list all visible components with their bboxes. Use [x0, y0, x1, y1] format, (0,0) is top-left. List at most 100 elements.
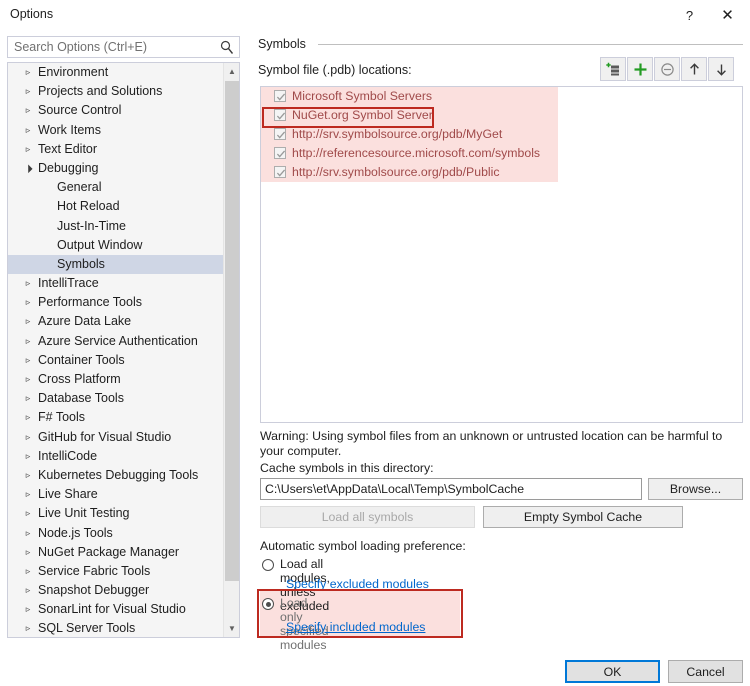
chevron-right-icon[interactable]: ▹: [22, 619, 34, 637]
symbol-location-row[interactable]: http://referencesource.microsoft.com/sym…: [261, 144, 742, 163]
specify-included-modules-link[interactable]: Specify included modules: [286, 620, 425, 634]
chevron-right-icon[interactable]: ▹: [22, 332, 34, 351]
chevron-right-icon[interactable]: ▹: [22, 82, 34, 101]
chevron-right-icon[interactable]: ▹: [22, 447, 34, 466]
chevron-right-icon[interactable]: ▹: [22, 351, 34, 370]
close-button[interactable]: ✕: [705, 0, 750, 30]
sidebar-item-cross-platform[interactable]: ▹ Cross Platform: [8, 370, 224, 389]
sidebar-item-github-for-visual-studio[interactable]: ▹ GitHub for Visual Studio: [8, 428, 224, 447]
chevron-right-icon[interactable]: ▹: [22, 581, 34, 600]
cache-directory-label: Cache symbols in this directory:: [260, 461, 434, 475]
scrollbar-thumb[interactable]: [225, 81, 239, 581]
sidebar-item-symbols[interactable]: Symbols: [8, 254, 224, 275]
chevron-right-icon[interactable]: ▹: [22, 274, 34, 293]
chevron-right-icon[interactable]: ▹: [22, 121, 34, 140]
checkbox-checked-icon[interactable]: [274, 166, 286, 178]
sidebar-item-sql-server-tools[interactable]: ▹ SQL Server Tools: [8, 619, 224, 637]
sidebar-item-live-unit-testing[interactable]: ▹ Live Unit Testing: [8, 504, 224, 523]
chevron-right-icon[interactable]: ▹: [22, 524, 34, 543]
chevron-right-icon[interactable]: ▹: [22, 504, 34, 523]
specify-excluded-modules-link[interactable]: Specify excluded modules: [286, 577, 429, 591]
sidebar-item-azure-data-lake[interactable]: ▹ Azure Data Lake: [8, 312, 224, 331]
radio-unselected-icon: [262, 559, 274, 571]
sidebar-item-work-items[interactable]: ▹ Work Items: [8, 121, 224, 140]
sidebar-item-container-tools[interactable]: ▹ Container Tools: [8, 351, 224, 370]
chevron-right-icon[interactable]: ▹: [22, 140, 34, 159]
sidebar-item-debugging[interactable]: ◢ Debugging: [8, 159, 224, 178]
move-up-icon[interactable]: [681, 57, 707, 81]
chevron-right-icon[interactable]: ▹: [22, 485, 34, 504]
panel-header: Symbols: [258, 37, 306, 51]
sidebar-item-hot-reload[interactable]: Hot Reload: [8, 197, 224, 216]
chevron-right-icon[interactable]: ▹: [22, 389, 34, 408]
sidebar-item-just-in-time[interactable]: Just-In-Time: [8, 217, 224, 236]
symbol-location-label: Microsoft Symbol Servers: [292, 89, 433, 103]
add-icon[interactable]: [627, 57, 653, 81]
move-down-icon[interactable]: [708, 57, 734, 81]
sidebar-item-label: Container Tools: [38, 352, 125, 367]
symbol-location-row[interactable]: http://srv.symbolsource.org/pdb/Public: [261, 163, 742, 182]
sidebar-item-nuget-package-manager[interactable]: ▹ NuGet Package Manager: [8, 543, 224, 562]
sidebar-item-database-tools[interactable]: ▹ Database Tools: [8, 389, 224, 408]
chevron-right-icon[interactable]: ▹: [22, 428, 34, 447]
sidebar-item-intellicode[interactable]: ▹ IntelliCode: [8, 447, 224, 466]
ok-button[interactable]: OK: [565, 660, 660, 683]
header-divider: [318, 44, 743, 45]
symbol-locations-list[interactable]: Microsoft Symbol Servers NuGet.org Symbol…: [260, 86, 743, 423]
chevron-right-icon[interactable]: ▹: [22, 600, 34, 619]
scroll-up-arrow-icon[interactable]: ▲: [224, 63, 239, 80]
chevron-right-icon[interactable]: ▹: [22, 312, 34, 331]
sidebar-item-label: Performance Tools: [38, 295, 142, 310]
sidebar-item-snapshot-debugger[interactable]: ▹ Snapshot Debugger: [8, 581, 224, 600]
sidebar-item-environment[interactable]: ▹ Environment: [8, 63, 224, 82]
sidebar-item-intellitrace[interactable]: ▹ IntelliTrace: [8, 274, 224, 293]
chevron-right-icon[interactable]: ▹: [22, 63, 34, 82]
sidebar-item-performance-tools[interactable]: ▹ Performance Tools: [8, 293, 224, 312]
symbol-location-row[interactable]: http://srv.symbolsource.org/pdb/MyGet: [261, 125, 742, 144]
chevron-right-icon[interactable]: ▹: [22, 370, 34, 389]
sidebar-item-node-js-tools[interactable]: ▹ Node.js Tools: [8, 524, 224, 543]
load-all-symbols-button[interactable]: Load all symbols: [260, 506, 475, 528]
sidebar-item-kubernetes-debugging-tools[interactable]: ▹ Kubernetes Debugging Tools: [8, 466, 224, 485]
chevron-right-icon[interactable]: ▹: [22, 101, 34, 120]
new-symbol-server-icon[interactable]: [600, 57, 626, 81]
sidebar-item-azure-service-authentication[interactable]: ▹ Azure Service Authentication: [8, 332, 224, 351]
browse-button[interactable]: Browse...: [648, 478, 743, 500]
tree-scrollbar[interactable]: ▲ ▼: [223, 63, 239, 637]
sidebar-item-sonarlint-for-visual-studio[interactable]: ▹ SonarLint for Visual Studio: [8, 600, 224, 619]
cache-directory-input[interactable]: [260, 478, 642, 500]
symbol-location-row[interactable]: Microsoft Symbol Servers: [261, 87, 742, 106]
chevron-right-icon[interactable]: ▹: [22, 466, 34, 485]
chevron-right-icon[interactable]: ▹: [22, 293, 34, 312]
search-input[interactable]: Search Options (Ctrl+E): [14, 40, 147, 54]
symbol-location-row[interactable]: NuGet.org Symbol Server: [261, 106, 742, 125]
sidebar-item-service-fabric-tools[interactable]: ▹ Service Fabric Tools: [8, 562, 224, 581]
sidebar-item-general[interactable]: General: [8, 178, 224, 197]
tree-list: ▹ Environment ▹ Projects and Solutions ▹ Sour…: [8, 63, 224, 637]
empty-symbol-cache-button[interactable]: Empty Symbol Cache: [483, 506, 683, 528]
checkbox-checked-icon[interactable]: [274, 147, 286, 159]
chevron-right-icon[interactable]: ▹: [22, 408, 34, 427]
sidebar-item-f-tools[interactable]: ▹ F# Tools: [8, 408, 224, 427]
sidebar-item-label: Source Control: [38, 103, 122, 118]
checkbox-checked-icon[interactable]: [274, 109, 286, 121]
chevron-down-icon[interactable]: ◢: [17, 158, 39, 180]
scroll-down-arrow-icon[interactable]: ▼: [224, 620, 239, 637]
sidebar-item-source-control[interactable]: ▹ Source Control: [8, 101, 224, 120]
title-bar: Options ? ✕: [0, 0, 750, 30]
sidebar-item-label: NuGet Package Manager: [38, 544, 180, 559]
chevron-right-icon[interactable]: ▹: [22, 543, 34, 562]
sidebar-item-projects-and-solutions[interactable]: ▹ Projects and Solutions: [8, 82, 224, 101]
sidebar-item-live-share[interactable]: ▹ Live Share: [8, 485, 224, 504]
options-tree[interactable]: ▹ Environment ▹ Projects and Solutions ▹ Sour…: [7, 62, 240, 638]
cancel-button[interactable]: Cancel: [668, 660, 743, 683]
checkbox-checked-icon[interactable]: [274, 90, 286, 102]
chevron-right-icon[interactable]: ▹: [22, 562, 34, 581]
sidebar-item-text-editor[interactable]: ▹ Text Editor: [8, 140, 224, 159]
sidebar-item-label: Database Tools: [38, 391, 124, 406]
remove-icon[interactable]: [654, 57, 680, 81]
sidebar-item-label: Just-In-Time: [57, 218, 126, 233]
sidebar-item-output-window[interactable]: Output Window: [8, 236, 224, 255]
checkbox-checked-icon[interactable]: [274, 128, 286, 140]
search-box[interactable]: Search Options (Ctrl+E): [7, 36, 240, 58]
